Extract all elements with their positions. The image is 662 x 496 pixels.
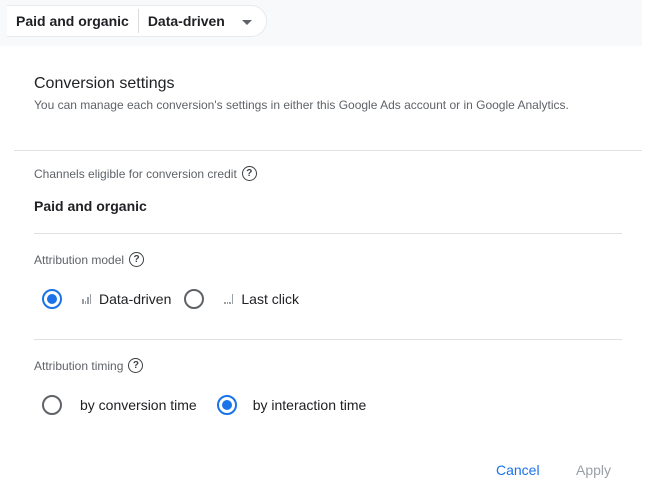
divider <box>34 233 622 234</box>
radio-by-interaction-time[interactable] <box>216 395 237 415</box>
chip-separator <box>137 9 139 33</box>
attribution-filter-chip[interactable]: Paid and organic Data-driven <box>7 5 267 37</box>
channels-value: Paid and organic <box>34 198 147 214</box>
divider <box>14 150 642 151</box>
option-data-driven-label[interactable]: Data-driven <box>99 291 171 307</box>
help-icon[interactable]: ? <box>129 252 145 267</box>
help-icon[interactable]: ? <box>241 166 257 181</box>
option-conversion-time-label[interactable]: by conversion time <box>80 397 197 413</box>
radio-by-conversion-time[interactable] <box>42 395 62 415</box>
cancel-button[interactable]: Cancel <box>496 462 540 478</box>
apply-button[interactable]: Apply <box>576 462 611 478</box>
filter-bar: Paid and organic Data-driven <box>0 0 642 46</box>
radio-data-driven[interactable] <box>42 289 62 309</box>
channels-section-label: Channels eligible for conversion credit … <box>34 166 257 181</box>
attribution-model-section-label: Attribution model ? <box>34 252 145 267</box>
chip-channels-label: Paid and organic <box>16 13 129 29</box>
help-icon[interactable]: ? <box>128 358 144 373</box>
panel-description: You can manage each conversion's setting… <box>34 98 569 112</box>
option-interaction-time-label[interactable]: by interaction time <box>253 397 367 413</box>
attribution-timing-label: Attribution timing <box>34 358 124 373</box>
conversion-settings-panel: Conversion settings You can manage each … <box>0 46 642 496</box>
option-last-click-label[interactable]: Last click <box>241 291 299 307</box>
chip-model-label: Data-driven <box>147 13 225 29</box>
dropdown-arrow-icon[interactable] <box>241 19 252 25</box>
attribution-model-options: Data-driven Last click <box>42 289 299 309</box>
attribution-timing-options: by conversion time by interaction time <box>42 395 366 415</box>
panel-title: Conversion settings <box>34 75 175 92</box>
channels-label: Channels eligible for conversion credit <box>34 166 237 181</box>
attribution-model-label: Attribution model <box>34 252 125 267</box>
attribution-timing-section-label: Attribution timing ? <box>34 358 144 373</box>
last-click-chart-icon <box>224 294 234 304</box>
radio-last-click[interactable] <box>184 289 205 309</box>
divider <box>34 339 622 340</box>
data-driven-chart-icon <box>82 294 91 304</box>
